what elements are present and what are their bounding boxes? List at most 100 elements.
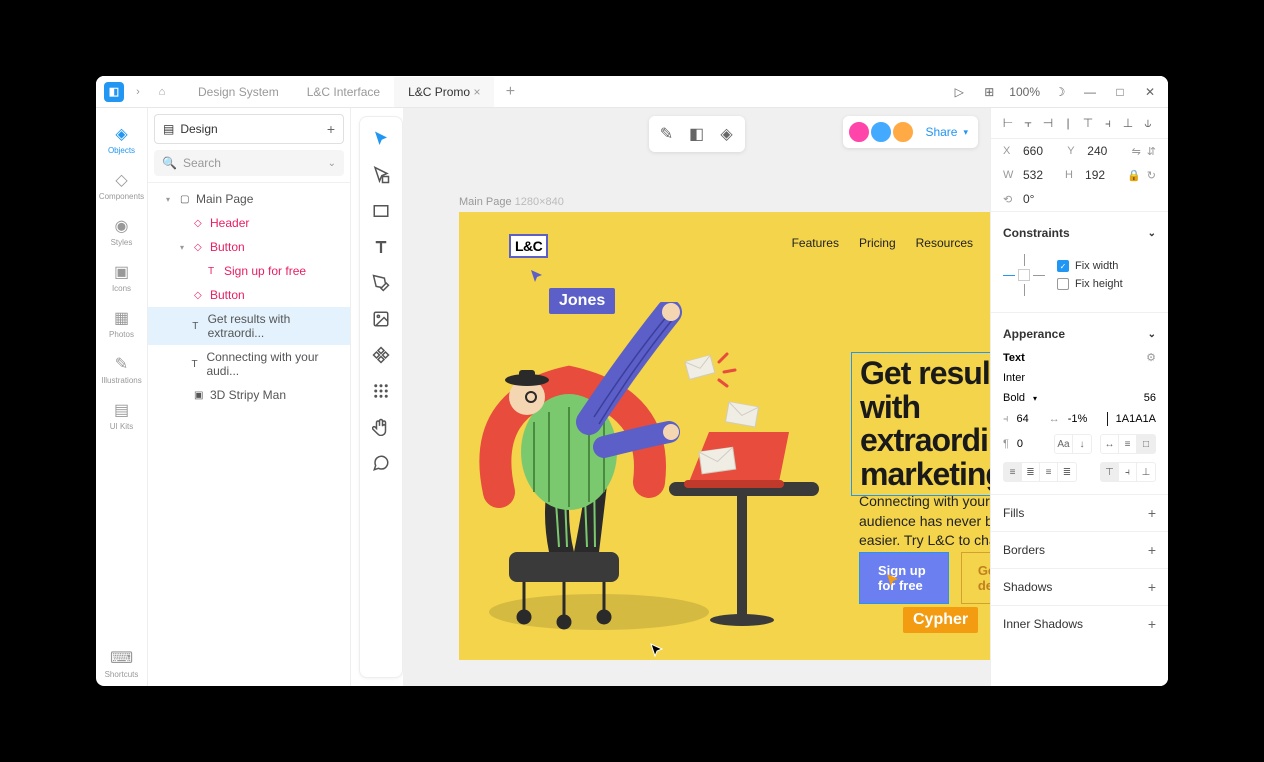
- maximize-icon[interactable]: □: [1110, 82, 1130, 102]
- collaborator-cursor: [529, 268, 545, 284]
- add-page-icon[interactable]: +: [327, 121, 335, 137]
- site-nav: Features Pricing Resources: [792, 236, 973, 250]
- align-center-v-icon[interactable]: ⫞: [1099, 114, 1117, 132]
- rail-ui kits[interactable]: ▤UI Kits: [98, 392, 146, 438]
- boolean-icon[interactable]: ◧: [683, 120, 711, 148]
- comment-tool[interactable]: [367, 449, 395, 477]
- add-icon: +: [1148, 505, 1156, 521]
- tab[interactable]: L&C Promo ×: [394, 77, 494, 107]
- rectangle-tool[interactable]: [367, 197, 395, 225]
- zoom-level[interactable]: 100%: [1009, 85, 1040, 99]
- search-input[interactable]: 🔍 Search ⌄: [154, 150, 344, 176]
- shadows-section[interactable]: Shadows+: [991, 568, 1168, 605]
- component-tool[interactable]: [367, 341, 395, 369]
- home-icon[interactable]: ⌂: [152, 82, 172, 102]
- layer-item[interactable]: ▣3D Stripy Man: [148, 383, 350, 407]
- inner-shadows-section[interactable]: Inner Shadows+: [991, 605, 1168, 642]
- fix-height-checkbox[interactable]: Fix height: [1057, 275, 1123, 293]
- rail-styles[interactable]: ◉Styles: [98, 208, 146, 254]
- grid-icon[interactable]: ⊞: [979, 82, 999, 102]
- filter-icon[interactable]: ⌄: [328, 158, 336, 169]
- minimize-icon[interactable]: —: [1080, 82, 1100, 102]
- text-case[interactable]: Aa↓: [1054, 434, 1092, 454]
- apps-tool[interactable]: [367, 377, 395, 405]
- constraints-header[interactable]: Constraints⌄: [991, 220, 1168, 246]
- text-align-v[interactable]: ⊤⫞⊥: [1100, 462, 1156, 482]
- pen-tool[interactable]: [367, 269, 395, 297]
- layer-item[interactable]: ◇Header: [148, 211, 350, 235]
- flip-h-icon[interactable]: ⇋: [1132, 145, 1141, 158]
- text-tool[interactable]: [367, 233, 395, 261]
- distribute-icon[interactable]: ⫝: [1139, 114, 1157, 132]
- layer-item[interactable]: ▾◇Button: [148, 235, 350, 259]
- share-button[interactable]: Share: [925, 125, 957, 139]
- color-hex[interactable]: 1A1A1A: [1116, 413, 1156, 425]
- close-icon[interactable]: ✕: [1140, 82, 1160, 102]
- align-bottom-icon[interactable]: ⊥: [1119, 114, 1137, 132]
- x-input[interactable]: 660: [1023, 144, 1061, 158]
- align-left-icon[interactable]: ⊢: [999, 114, 1017, 132]
- rail-illustrations[interactable]: ✎Illustrations: [98, 346, 146, 392]
- align-center-h-icon[interactable]: ⫟: [1019, 114, 1037, 132]
- lock-icon[interactable]: 🔒: [1127, 169, 1141, 182]
- font-weight-input[interactable]: Bold: [1003, 392, 1025, 404]
- play-icon[interactable]: ▷: [949, 82, 969, 102]
- selected-text-layer[interactable]: Get results with extraordinary marketing: [851, 352, 990, 496]
- tab[interactable]: L&C Interface: [293, 77, 394, 107]
- rail-shortcuts[interactable]: ⌨ Shortcuts: [98, 640, 146, 686]
- nav-link: Resources: [916, 236, 973, 250]
- fills-section[interactable]: Fills+: [991, 494, 1168, 531]
- add-tab[interactable]: +: [498, 83, 522, 101]
- image-tool[interactable]: [367, 305, 395, 333]
- chevron-down-icon: ⌄: [1148, 228, 1156, 239]
- canvas[interactable]: ✎ ◧ ◈ Share ▾ Main Page 1280×840 L&C Fea…: [403, 108, 990, 686]
- layer-item[interactable]: TConnecting with your audi...: [148, 345, 350, 383]
- layer-item[interactable]: TSign up for free: [148, 259, 350, 283]
- borders-section[interactable]: Borders+: [991, 531, 1168, 568]
- avatar[interactable]: [869, 120, 893, 144]
- text-align-h[interactable]: ≡≣≡≣: [1003, 462, 1077, 482]
- rail-objects[interactable]: ◈Objects: [98, 116, 146, 162]
- align-icon[interactable]: ◈: [713, 120, 741, 148]
- h-input[interactable]: 192: [1085, 168, 1121, 182]
- letter-spacing-input[interactable]: -1%: [1068, 413, 1088, 425]
- refresh-icon[interactable]: ↻: [1147, 169, 1156, 182]
- app-window: ◧ › ⌂ Design SystemL&C InterfaceL&C Prom…: [96, 76, 1168, 686]
- app-logo[interactable]: ◧: [104, 82, 124, 102]
- font-size-input[interactable]: 56: [1144, 392, 1156, 404]
- letter-spacing-icon: ↔: [1049, 413, 1060, 425]
- constraint-widget[interactable]: [1003, 254, 1045, 296]
- frame-tool[interactable]: [367, 161, 395, 189]
- nav-back[interactable]: ›: [128, 82, 148, 102]
- align-top-icon[interactable]: ⊤: [1079, 114, 1097, 132]
- side-rail: ◈Objects◇Components◉Styles▣Icons▦Photos✎…: [96, 108, 148, 686]
- layer-item[interactable]: TGet results with extraordi...: [148, 307, 350, 345]
- font-family-input[interactable]: Inter: [1003, 372, 1025, 384]
- tab[interactable]: Design System: [184, 77, 293, 107]
- design-frame[interactable]: L&C Features Pricing Resources Jones: [459, 212, 990, 660]
- fix-width-checkbox[interactable]: ✓Fix width: [1057, 257, 1123, 275]
- hand-tool[interactable]: [367, 413, 395, 441]
- edit-icon[interactable]: ✎: [653, 120, 681, 148]
- design-dropdown[interactable]: ▤ Design +: [154, 114, 344, 144]
- y-input[interactable]: 240: [1087, 144, 1125, 158]
- layer-item[interactable]: ◇Button: [148, 283, 350, 307]
- w-input[interactable]: 532: [1023, 168, 1059, 182]
- rail-components[interactable]: ◇Components: [98, 162, 146, 208]
- align-right-icon[interactable]: ⊣: [1039, 114, 1057, 132]
- rail-icons[interactable]: ▣Icons: [98, 254, 146, 300]
- rotation-input[interactable]: 0°: [1023, 192, 1156, 206]
- resize-mode[interactable]: ↔≡□: [1100, 434, 1156, 454]
- flip-v-icon[interactable]: ⇵: [1147, 145, 1156, 158]
- rail-photos[interactable]: ▦Photos: [98, 300, 146, 346]
- paragraph-input[interactable]: 0: [1017, 438, 1023, 450]
- settings-icon[interactable]: ⚙: [1146, 351, 1156, 364]
- avatar[interactable]: [847, 120, 871, 144]
- inspector-panel: ⊢ ⫟ ⊣ | ⊤ ⫞ ⊥ ⫝ X660Y240⇋⇵ W532H192🔒↻ ⟲0…: [990, 108, 1168, 686]
- layer-item[interactable]: ▾▢Main Page: [148, 187, 350, 211]
- select-tool[interactable]: [367, 125, 395, 153]
- appearance-header[interactable]: Apperance⌄: [991, 321, 1168, 347]
- theme-icon[interactable]: ☽: [1050, 82, 1070, 102]
- avatar[interactable]: [891, 120, 915, 144]
- line-height-input[interactable]: 64: [1017, 413, 1029, 425]
